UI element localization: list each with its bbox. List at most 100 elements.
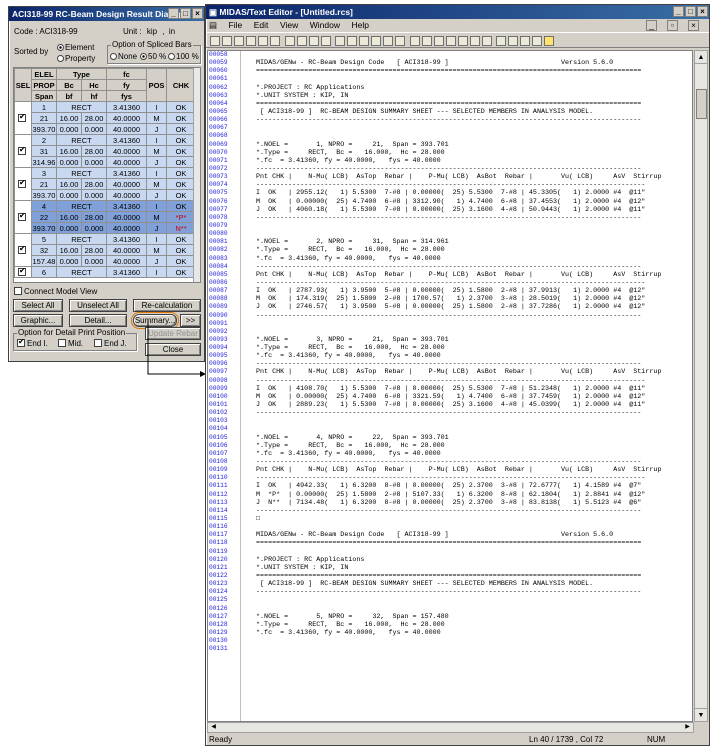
row-checkbox-icon[interactable] — [18, 145, 26, 155]
sort-property-radio[interactable]: Property — [57, 54, 95, 63]
text-content[interactable]: MIDAS/GENw - RC-Beam Design Code [ ACI31… — [243, 51, 692, 721]
vertical-scrollbar[interactable]: ▲ ▼ — [694, 50, 708, 722]
text-line[interactable] — [248, 132, 692, 140]
select-all-button[interactable]: Select All — [13, 299, 63, 312]
window-icon[interactable] — [481, 35, 492, 46]
select-cell[interactable] — [14, 167, 32, 201]
table-row[interactable]: 31 16.00 28.00 40.0000 M OK — [14, 145, 197, 157]
text-line[interactable]: ----------------------------------------… — [248, 458, 692, 466]
text-line[interactable]: ----------------------------------------… — [248, 474, 692, 482]
end-j-checkbox[interactable]: End J. — [94, 339, 127, 348]
splice-50-radio[interactable]: 50 % — [140, 52, 166, 61]
text-line[interactable]: *.NOEL = 2, NPRO = 31, Span = 314.961 — [248, 238, 692, 246]
text-line[interactable]: ----------------------------------------… — [248, 312, 692, 320]
text-line[interactable] — [248, 605, 692, 613]
table-scrollbar[interactable] — [193, 68, 200, 282]
text-line[interactable]: M OK | 0.00000( 25) 4.7400 6-#8 | 3312.9… — [248, 198, 692, 206]
text-line[interactable]: ----------------------------------------… — [248, 165, 692, 173]
minimize-icon[interactable]: _ — [673, 6, 684, 17]
close-icon[interactable]: × — [697, 6, 708, 17]
scroll-down-arrow-icon[interactable]: ▼ — [695, 708, 707, 721]
select-cell[interactable] — [14, 101, 32, 135]
text-line[interactable] — [248, 425, 692, 433]
table-row[interactable]: 6RECT3.41360IOK — [14, 266, 197, 278]
table-row[interactable]: 5RECT3.41360IOK — [14, 233, 197, 267]
maximize-icon[interactable]: □ — [180, 8, 191, 19]
menu-window[interactable]: Window — [310, 20, 340, 30]
text-line[interactable]: *.NOEL = 5, NPRO = 32, Span = 157.480 — [248, 613, 692, 621]
row-checkbox-icon[interactable] — [18, 211, 26, 221]
row-checkbox-icon[interactable] — [18, 244, 26, 254]
replace-icon[interactable] — [347, 35, 358, 46]
split-icon[interactable] — [520, 35, 531, 46]
new-icon[interactable] — [210, 35, 220, 46]
detail-button[interactable]: Detail... — [69, 314, 127, 327]
text-line[interactable]: ========================================… — [248, 100, 692, 108]
table-row[interactable]: 22 16.00 28.00 40.0000 M *P* — [14, 211, 197, 223]
text-line[interactable]: *.UNIT SYSTEM : KIP, IN — [248, 92, 692, 100]
text-line[interactable]: *.PROJECT : RC Applications — [248, 84, 692, 92]
text-line[interactable]: ========================================… — [248, 539, 692, 547]
menu-help[interactable]: Help — [351, 20, 368, 30]
column-icon[interactable] — [433, 35, 444, 46]
text-line[interactable]: MIDAS/GENw - RC-Beam Design Code [ ACI31… — [248, 59, 692, 67]
table-row[interactable]: 3RECT3.41360IOK — [14, 167, 197, 201]
menu-file[interactable]: File — [229, 20, 243, 30]
connect-model-view-checkbox[interactable]: Connect Model View — [14, 287, 97, 296]
undo-icon[interactable] — [359, 35, 370, 46]
insert-icon[interactable] — [409, 35, 420, 46]
text-line[interactable]: ----------------------------------------… — [248, 409, 692, 417]
text-line[interactable]: M OK | 0.00000( 25) 4.7400 6-#8 | 3321.5… — [248, 393, 692, 401]
text-line[interactable]: ========================================… — [248, 572, 692, 580]
text-line[interactable]: ----------------------------------------… — [248, 181, 692, 189]
text-line[interactable] — [248, 51, 692, 59]
text-line[interactable]: Pnt CHK | N-Mu( LCB) AsTop Rebar | P-Mu(… — [248, 368, 692, 376]
open-icon[interactable] — [222, 35, 232, 46]
text-line[interactable]: ----------------------------------------… — [248, 377, 692, 385]
text-line[interactable] — [248, 328, 692, 336]
text-line[interactable]: M OK | 174.319( 25) 1.5800 2-#8 | 1700.5… — [248, 295, 692, 303]
delete-icon[interactable] — [320, 35, 331, 46]
text-line[interactable]: *.fc = 3.41360, fy = 40.0000, fys = 40.0… — [248, 255, 692, 263]
text-line[interactable]: ----------------------------------------… — [248, 360, 692, 368]
text-line[interactable]: M *P* | 0.00000( 25) 1.5800 2-#8 | 5107.… — [248, 491, 692, 499]
select-cell[interactable] — [14, 200, 32, 234]
menu-view[interactable]: View — [280, 20, 298, 30]
print-preview-icon[interactable] — [258, 35, 268, 46]
doc-restore-icon[interactable]: ▫ — [667, 20, 678, 31]
sort-element-radio[interactable]: Element — [57, 43, 94, 52]
table-row[interactable]: 4RECT3.41360IOK — [14, 200, 197, 234]
help-icon[interactable] — [544, 35, 555, 46]
table-row[interactable]: 21 16.00 28.00 40.0000 M OK — [14, 112, 197, 124]
text-line[interactable]: *.UNIT SYSTEM : KIP, IN — [248, 564, 692, 572]
end-i-checkbox[interactable]: End I. — [17, 337, 48, 348]
text-line[interactable]: J OK | 2746.57( 1) 3.9500 5-#8 | 0.00000… — [248, 303, 692, 311]
copy-icon[interactable] — [296, 35, 307, 46]
text-line[interactable]: *.NOEL = 3, NPRO = 21, Span = 393.701 — [248, 336, 692, 344]
table-row[interactable]: 32 16.00 28.00 40.0000 M OK — [14, 244, 197, 256]
text-line[interactable] — [248, 320, 692, 328]
text-line[interactable]: ----------------------------------------… — [248, 116, 692, 124]
maximize-icon[interactable]: □ — [685, 6, 696, 17]
text-line[interactable]: Pnt CHK | N-Mu( LCB) AsTop Rebar | P-Mu(… — [248, 173, 692, 181]
text-line[interactable]: J N** | 7134.48( 1) 6.3200 8-#8 | 0.0000… — [248, 499, 692, 507]
horizontal-scrollbar[interactable]: ◀ ▶ — [207, 722, 694, 733]
cascade-icon[interactable] — [508, 35, 519, 46]
select-cell[interactable] — [14, 233, 32, 267]
text-line[interactable]: I OK | 2955.12( 1) 5.5300 7-#8 | 0.00000… — [248, 189, 692, 197]
splice-100-radio[interactable]: 100 % — [168, 52, 199, 61]
text-line[interactable]: *.NOEL = 4, NPRO = 22, Span = 393.701 — [248, 434, 692, 442]
text-line[interactable]: □ — [248, 515, 692, 523]
text-line[interactable] — [248, 417, 692, 425]
table-row[interactable]: 2RECT3.41360IOK — [14, 134, 197, 168]
table-row[interactable]: 1RECT3.41360IOK — [14, 101, 197, 135]
scroll-thumb[interactable] — [696, 89, 707, 119]
table-row[interactable]: 393.70 0.000 0.000 40.0000 J OK — [14, 123, 197, 135]
splice-none-radio[interactable]: None — [110, 52, 137, 61]
scroll-right-arrow-icon[interactable]: ▶ — [682, 723, 693, 732]
doc-close-icon[interactable]: × — [688, 20, 699, 31]
bookmark-icon[interactable] — [395, 35, 406, 46]
text-line[interactable]: *.Type = RECT, Bc = 16.000, Hc = 28.000 — [248, 246, 692, 254]
close-icon[interactable]: × — [192, 8, 203, 19]
tile-icon[interactable] — [496, 35, 507, 46]
